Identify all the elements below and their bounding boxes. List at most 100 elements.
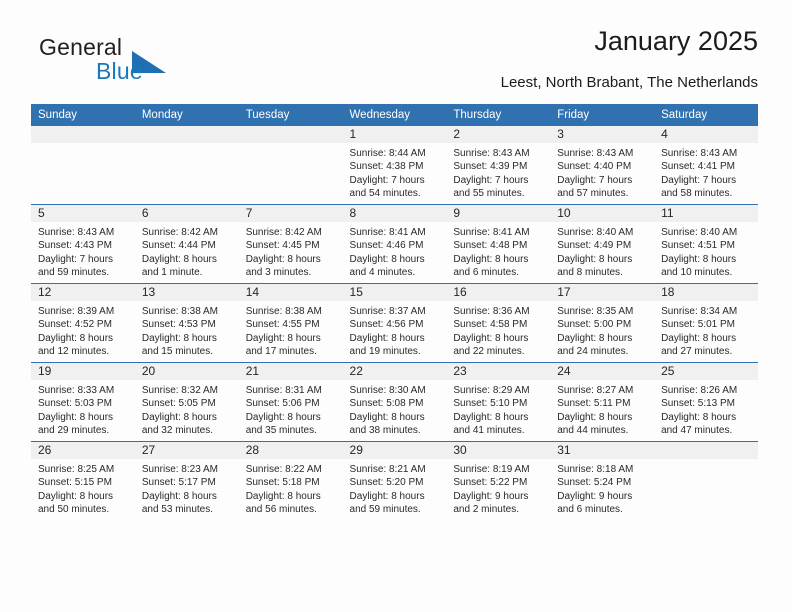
calendar-day-cell[interactable]: 21 Sunrise: 8:31 AM Sunset: 5:06 PM Dayligh… bbox=[238, 362, 343, 442]
calendar-day-cell[interactable]: 4 Sunrise: 8:43 AM Sunset: 4:41 PM Daylight… bbox=[654, 126, 758, 205]
daylight-duration-line1: Daylight: 8 hours bbox=[349, 490, 425, 502]
calendar-day-cell[interactable]: 25 Sunrise: 8:26 AM Sunset: 5:13 PM Dayligh… bbox=[654, 362, 758, 442]
calendar-day-cell[interactable]: 2 Sunrise: 8:43 AM Sunset: 4:39 PM Daylight… bbox=[446, 126, 551, 205]
sunset-time: Sunset: 4:51 PM bbox=[661, 240, 735, 252]
day-number: 23 bbox=[446, 363, 551, 380]
day-number: 6 bbox=[134, 205, 239, 222]
calendar-day-cell-empty bbox=[134, 126, 239, 205]
calendar-day-cell[interactable]: 26 Sunrise: 8:25 AM Sunset: 5:15 PM Dayligh… bbox=[31, 441, 135, 520]
sunrise-time: Sunrise: 8:32 AM bbox=[141, 385, 218, 396]
daylight-duration-line1: Daylight: 8 hours bbox=[141, 490, 217, 502]
calendar-day-cell[interactable]: 18 Sunrise: 8:34 AM Sunset: 5:01 PM Dayligh… bbox=[654, 283, 758, 363]
sunrise-time: Sunrise: 8:27 AM bbox=[557, 385, 634, 396]
day-details: Sunrise: 8:36 AM Sunset: 4:58 PM Daylight:… bbox=[446, 301, 550, 358]
daylight-duration-line1: Daylight: 8 hours bbox=[453, 411, 529, 423]
day-details: Sunrise: 8:40 AM Sunset: 4:51 PM Daylight:… bbox=[654, 222, 758, 279]
day-details: Sunrise: 8:31 AM Sunset: 5:06 PM Daylight:… bbox=[239, 380, 343, 437]
general-blue-logo[interactable]: General Blue bbox=[39, 34, 219, 92]
day-number: 8 bbox=[342, 205, 447, 222]
sunrise-time: Sunrise: 8:39 AM bbox=[38, 306, 115, 317]
daylight-duration-line2: and 15 minutes. bbox=[141, 345, 214, 357]
day-number: 11 bbox=[654, 205, 758, 222]
daylight-duration-line2: and 38 minutes. bbox=[349, 424, 421, 436]
calendar-day-cell[interactable]: 19 Sunrise: 8:33 AM Sunset: 5:03 PM Dayligh… bbox=[31, 362, 135, 442]
calendar-day-cell-empty bbox=[238, 126, 343, 205]
day-details: Sunrise: 8:37 AM Sunset: 4:56 PM Daylight:… bbox=[343, 301, 447, 358]
day-details: Sunrise: 8:22 AM Sunset: 5:18 PM Daylight:… bbox=[239, 459, 343, 516]
daylight-duration-line1: Daylight: 8 hours bbox=[245, 253, 321, 265]
day-number: 22 bbox=[342, 363, 447, 380]
day-details: Sunrise: 8:29 AM Sunset: 5:10 PM Daylight:… bbox=[446, 380, 550, 437]
calendar-day-cell[interactable]: 5 Sunrise: 8:43 AM Sunset: 4:43 PM Daylight… bbox=[31, 204, 135, 284]
day-details: Sunrise: 8:34 AM Sunset: 5:01 PM Daylight:… bbox=[654, 301, 758, 358]
sunset-time: Sunset: 4:55 PM bbox=[245, 319, 320, 331]
calendar-day-cell[interactable]: 24 Sunrise: 8:27 AM Sunset: 5:11 PM Dayligh… bbox=[550, 362, 655, 442]
sunrise-time: Sunrise: 8:18 AM bbox=[557, 464, 634, 475]
sunset-time: Sunset: 5:11 PM bbox=[557, 398, 631, 410]
calendar-day-cell[interactable]: 11 Sunrise: 8:40 AM Sunset: 4:51 PM Dayligh… bbox=[654, 204, 758, 284]
daylight-duration-line1: Daylight: 8 hours bbox=[141, 332, 217, 344]
day-details: Sunrise: 8:38 AM Sunset: 4:53 PM Daylight:… bbox=[135, 301, 239, 358]
calendar-day-cell[interactable]: 13 Sunrise: 8:38 AM Sunset: 4:53 PM Dayligh… bbox=[134, 283, 239, 363]
calendar-day-cell[interactable]: 30 Sunrise: 8:19 AM Sunset: 5:22 PM Dayligh… bbox=[446, 441, 551, 520]
calendar-day-cell[interactable]: 6 Sunrise: 8:42 AM Sunset: 4:44 PM Daylight… bbox=[134, 204, 239, 284]
daylight-duration-line2: and 8 minutes. bbox=[557, 266, 623, 278]
day-details: Sunrise: 8:44 AM Sunset: 4:38 PM Daylight:… bbox=[343, 143, 447, 200]
sunrise-time: Sunrise: 8:26 AM bbox=[661, 385, 738, 396]
sunrise-time: Sunrise: 8:43 AM bbox=[661, 148, 738, 159]
daylight-duration-line1: Daylight: 8 hours bbox=[557, 411, 633, 423]
sunset-time: Sunset: 4:45 PM bbox=[245, 240, 320, 252]
calendar-day-cell[interactable]: 7 Sunrise: 8:42 AM Sunset: 4:45 PM Daylight… bbox=[238, 204, 343, 284]
calendar-day-cell[interactable]: 14 Sunrise: 8:38 AM Sunset: 4:55 PM Dayligh… bbox=[238, 283, 343, 363]
sunrise-time: Sunrise: 8:35 AM bbox=[557, 306, 634, 317]
calendar-day-cell[interactable]: 17 Sunrise: 8:35 AM Sunset: 5:00 PM Dayligh… bbox=[550, 283, 655, 363]
calendar-day-cell[interactable]: 16 Sunrise: 8:36 AM Sunset: 4:58 PM Dayligh… bbox=[446, 283, 551, 363]
daylight-duration-line2: and 10 minutes. bbox=[661, 266, 733, 278]
calendar-day-cell[interactable]: 23 Sunrise: 8:29 AM Sunset: 5:10 PM Dayligh… bbox=[446, 362, 551, 442]
sunset-time: Sunset: 4:52 PM bbox=[38, 319, 112, 331]
calendar-day-cell[interactable]: 3 Sunrise: 8:43 AM Sunset: 4:40 PM Daylight… bbox=[550, 126, 655, 205]
sunset-time: Sunset: 5:17 PM bbox=[141, 477, 216, 489]
calendar-day-cell[interactable]: 20 Sunrise: 8:32 AM Sunset: 5:05 PM Dayligh… bbox=[134, 362, 239, 442]
calendar-day-cell[interactable]: 28 Sunrise: 8:22 AM Sunset: 5:18 PM Dayligh… bbox=[238, 441, 343, 520]
calendar-week-row: 1 Sunrise: 8:44 AM Sunset: 4:38 PM Daylight… bbox=[31, 126, 758, 205]
sunset-time: Sunset: 4:49 PM bbox=[557, 240, 632, 252]
sunset-time: Sunset: 5:06 PM bbox=[245, 398, 320, 410]
calendar-day-cell[interactable]: 1 Sunrise: 8:44 AM Sunset: 4:38 PM Daylight… bbox=[342, 126, 447, 205]
sunrise-time: Sunrise: 8:37 AM bbox=[349, 306, 426, 317]
daylight-duration-line2: and 12 minutes. bbox=[38, 345, 110, 357]
calendar-day-cell[interactable]: 8 Sunrise: 8:41 AM Sunset: 4:46 PM Daylight… bbox=[342, 204, 447, 284]
calendar-day-cell[interactable]: 22 Sunrise: 8:30 AM Sunset: 5:08 PM Dayligh… bbox=[342, 362, 447, 442]
calendar-day-cell[interactable]: 10 Sunrise: 8:40 AM Sunset: 4:49 PM Dayligh… bbox=[550, 204, 655, 284]
day-details: Sunrise: 8:32 AM Sunset: 5:05 PM Daylight:… bbox=[135, 380, 239, 437]
day-details: Sunrise: 8:39 AM Sunset: 4:52 PM Daylight:… bbox=[31, 301, 135, 358]
calendar-day-cell[interactable]: 15 Sunrise: 8:37 AM Sunset: 4:56 PM Dayligh… bbox=[342, 283, 447, 363]
day-number: 13 bbox=[134, 284, 239, 301]
calendar-day-cell[interactable]: 27 Sunrise: 8:23 AM Sunset: 5:17 PM Dayligh… bbox=[134, 441, 239, 520]
calendar-day-cell[interactable]: 29 Sunrise: 8:21 AM Sunset: 5:20 PM Dayligh… bbox=[342, 441, 447, 520]
daylight-duration-line2: and 35 minutes. bbox=[245, 424, 317, 436]
day-number bbox=[238, 126, 343, 143]
day-number: 3 bbox=[550, 126, 655, 143]
calendar-grid: Sunday Monday Tuesday Wednesday Thursday… bbox=[31, 104, 758, 520]
daylight-duration-line1: Daylight: 8 hours bbox=[453, 253, 529, 265]
day-details: Sunrise: 8:43 AM Sunset: 4:43 PM Daylight:… bbox=[31, 222, 135, 279]
calendar-week-row: 5 Sunrise: 8:43 AM Sunset: 4:43 PM Daylight… bbox=[31, 204, 758, 284]
daylight-duration-line1: Daylight: 8 hours bbox=[245, 490, 321, 502]
day-details: Sunrise: 8:38 AM Sunset: 4:55 PM Daylight:… bbox=[239, 301, 343, 358]
sunrise-time: Sunrise: 8:40 AM bbox=[557, 227, 634, 238]
calendar-day-cell[interactable]: 12 Sunrise: 8:39 AM Sunset: 4:52 PM Dayligh… bbox=[31, 283, 135, 363]
calendar-day-cell[interactable]: 31 Sunrise: 8:18 AM Sunset: 5:24 PM Dayligh… bbox=[550, 441, 655, 520]
daylight-duration-line1: Daylight: 9 hours bbox=[453, 490, 529, 502]
daylight-duration-line1: Daylight: 8 hours bbox=[245, 332, 321, 344]
sunrise-time: Sunrise: 8:22 AM bbox=[245, 464, 322, 475]
daylight-duration-line1: Daylight: 7 hours bbox=[349, 174, 425, 186]
calendar-day-cell[interactable]: 9 Sunrise: 8:41 AM Sunset: 4:48 PM Daylight… bbox=[446, 204, 551, 284]
sunrise-time: Sunrise: 8:40 AM bbox=[661, 227, 738, 238]
sunset-time: Sunset: 5:18 PM bbox=[245, 477, 320, 489]
sunrise-time: Sunrise: 8:38 AM bbox=[141, 306, 218, 317]
day-details: Sunrise: 8:41 AM Sunset: 4:48 PM Daylight:… bbox=[446, 222, 550, 279]
calendar-week-row: 26 Sunrise: 8:25 AM Sunset: 5:15 PM Dayligh… bbox=[31, 441, 758, 520]
page-title: January 2025 bbox=[594, 26, 758, 56]
day-details: Sunrise: 8:23 AM Sunset: 5:17 PM Daylight:… bbox=[135, 459, 239, 516]
